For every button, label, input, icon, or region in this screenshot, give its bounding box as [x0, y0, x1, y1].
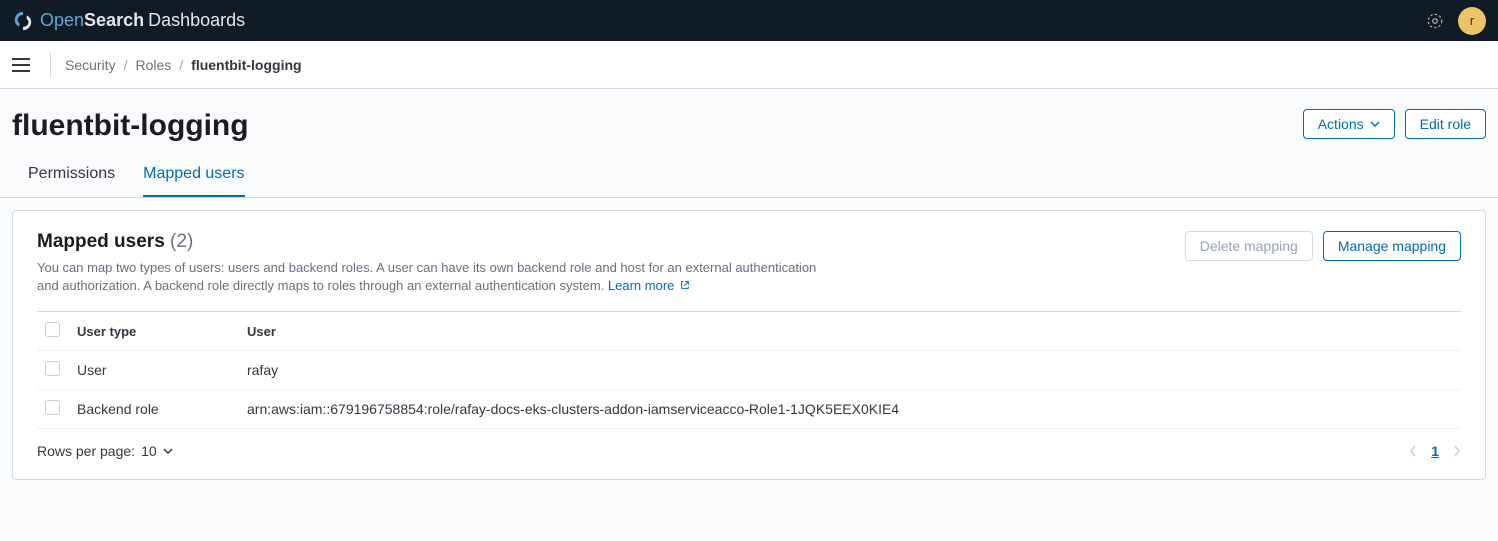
logo[interactable]: OpenSearch Dashboards [12, 10, 245, 32]
mapped-users-table: User type User User rafay Backend role a… [37, 312, 1461, 429]
panel-header: Mapped users (2) You can map two types o… [37, 231, 1461, 312]
help-icon[interactable] [1426, 12, 1444, 30]
panel-title-text: Mapped users [37, 231, 165, 252]
edit-role-label: Edit role [1420, 116, 1471, 132]
logo-search: Search [84, 10, 144, 31]
cell-user: arn:aws:iam::679196758854:role/rafay-doc… [239, 390, 1461, 429]
breadcrumb-separator: / [179, 57, 183, 73]
learn-more-link[interactable]: Learn more [608, 278, 690, 293]
chevron-down-icon [1370, 121, 1380, 127]
row-checkbox[interactable] [45, 400, 60, 415]
next-page-icon[interactable] [1453, 445, 1461, 457]
manage-mapping-button[interactable]: Manage mapping [1323, 231, 1461, 261]
topbar: OpenSearch Dashboards r [0, 0, 1498, 41]
col-user-type[interactable]: User type [69, 312, 239, 351]
panel-title-block: Mapped users (2) You can map two types o… [37, 231, 837, 295]
tab-permissions[interactable]: Permissions [28, 157, 115, 197]
delete-mapping-button: Delete mapping [1185, 231, 1313, 261]
subheader: Security / Roles / fluentbit-logging [0, 41, 1498, 89]
manage-mapping-label: Manage mapping [1338, 238, 1446, 254]
breadcrumb-separator: / [124, 57, 128, 73]
panel-title-count: (2) [170, 231, 193, 252]
cell-user-type: Backend role [69, 390, 239, 429]
opensearch-logo-icon [12, 10, 34, 32]
avatar[interactable]: r [1458, 7, 1486, 35]
breadcrumb-security[interactable]: Security [65, 57, 116, 73]
tab-mapped-users[interactable]: Mapped users [143, 157, 244, 197]
breadcrumb-current: fluentbit-logging [191, 57, 301, 73]
rows-per-page[interactable]: Rows per page: 10 [37, 443, 173, 459]
breadcrumb: Security / Roles / fluentbit-logging [65, 57, 302, 73]
prev-page-icon[interactable] [1409, 445, 1417, 457]
table-row: User rafay [37, 351, 1461, 390]
col-user[interactable]: User [239, 312, 1461, 351]
pagination: 1 [1409, 443, 1461, 459]
cell-user: rafay [239, 351, 1461, 390]
select-all-checkbox[interactable] [45, 322, 60, 337]
select-all-cell [37, 312, 69, 351]
panel-description: You can map two types of users: users an… [37, 259, 837, 295]
table-row: Backend role arn:aws:iam::679196758854:r… [37, 390, 1461, 429]
table-header-row: User type User [37, 312, 1461, 351]
learn-more-text: Learn more [608, 278, 674, 293]
actions-label: Actions [1318, 116, 1364, 132]
breadcrumb-roles[interactable]: Roles [135, 57, 171, 73]
cell-user-type: User [69, 351, 239, 390]
rows-per-page-label: Rows per page: [37, 443, 135, 459]
chevron-down-icon [163, 448, 173, 454]
external-link-icon [680, 280, 690, 290]
delete-mapping-label: Delete mapping [1200, 238, 1298, 254]
page-actions: Actions Edit role [1303, 109, 1486, 139]
table-footer: Rows per page: 10 1 [37, 429, 1461, 459]
panel-title: Mapped users (2) [37, 231, 193, 252]
panel-buttons: Delete mapping Manage mapping [1185, 231, 1461, 261]
logo-dashboards: Dashboards [148, 10, 245, 31]
avatar-letter: r [1470, 13, 1474, 28]
logo-open: Open [40, 10, 84, 31]
mapped-users-panel: Mapped users (2) You can map two types o… [12, 210, 1486, 480]
tabs: Permissions Mapped users [12, 157, 1486, 197]
rows-per-page-value: 10 [141, 443, 157, 459]
page-header: fluentbit-logging Actions Edit role Perm… [0, 89, 1498, 198]
panel-description-text: You can map two types of users: users an… [37, 260, 816, 293]
logo-text: OpenSearch Dashboards [40, 10, 245, 31]
row-checkbox[interactable] [45, 361, 60, 376]
page-title: fluentbit-logging [12, 109, 249, 143]
actions-dropdown[interactable]: Actions [1303, 109, 1395, 139]
edit-role-button[interactable]: Edit role [1405, 109, 1486, 139]
page-header-row: fluentbit-logging Actions Edit role [12, 101, 1486, 143]
divider [50, 52, 51, 78]
menu-icon[interactable] [12, 53, 36, 77]
topbar-right: r [1426, 7, 1486, 35]
page-number[interactable]: 1 [1431, 443, 1439, 459]
